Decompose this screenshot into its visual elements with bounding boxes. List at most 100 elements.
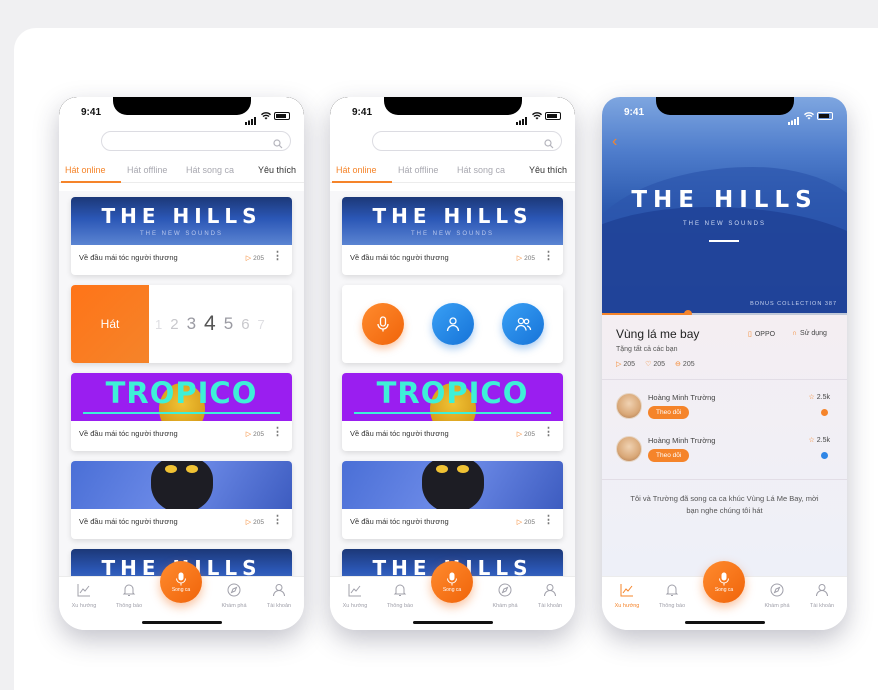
hero-title: THE HILLS [631,187,818,213]
nav-notifications[interactable]: Thông báo [380,583,420,609]
number-picker[interactable]: 1 2 3 4 5 6 7 [155,285,265,363]
bell-icon [665,584,679,596]
song-card[interactable]: Về đầu mái tóc người thương ▷ 205 ⋮ [71,461,292,539]
duet-fab[interactable]: Song ca [160,561,202,603]
song-banner: TROPICO [71,373,292,421]
hero-divider [709,240,739,242]
tab-bar: Hát online Hát offline Hát song ca Yêu t… [59,161,304,183]
follow-button[interactable]: Theo dõi [648,406,690,419]
song-subtitle: Tặng tất cả các bạn [616,346,678,353]
nav-trending[interactable]: Xu hướng [335,583,375,609]
tab-duet[interactable]: Hát song ca [186,165,234,175]
number-option[interactable]: 7 [258,317,265,332]
song-card[interactable]: THE HILLS THE NEW SOUNDS Về đầu mái tóc … [342,197,563,275]
number-option[interactable]: 3 [187,314,196,334]
status-icons [245,107,290,125]
tab-duet[interactable]: Hát song ca [457,165,505,175]
singer-row: Hoàng Minh Trường Theo dõi ☆ 2.5k [616,389,838,425]
more-icon[interactable]: ⋮ [543,251,554,262]
nav-trending[interactable]: Xu hướng [64,583,104,609]
tab-favorites[interactable]: Yêu thích [258,165,296,175]
lion-image [151,461,213,509]
play-count: ▷ 205 [246,430,264,438]
tab-online[interactable]: Hát online [336,165,377,175]
nav-notifications[interactable]: Thông báo [652,583,692,609]
nav-account[interactable]: Tài khoản [259,583,299,609]
sing-solo-button[interactable] [362,303,404,345]
number-option[interactable]: 1 [155,317,162,332]
tab-favorites[interactable]: Yêu thích [529,165,567,175]
nav-explore[interactable]: Khám phá [214,583,254,609]
song-card[interactable]: TROPICO Về đầu mái tóc người thương ▷ 205… [342,373,563,451]
play-icon: ▷ [616,361,622,368]
nav-explore[interactable]: Khám phá [757,583,797,609]
search-input[interactable] [372,131,562,151]
comments-stat[interactable]: ⊖ 205 [675,360,695,368]
nav-account[interactable]: Tài khoản [802,583,842,609]
more-icon[interactable]: ⋮ [543,515,554,526]
compass-icon [498,583,512,597]
song-title: Về đầu mái tóc người thương [79,517,178,526]
play-icon: ▷ [516,255,523,262]
use-button[interactable]: ∩ Sử dụng [792,330,827,337]
song-list[interactable]: THE HILLS THE NEW SOUNDS Về đầu mái tóc … [59,191,304,576]
plays-value: 205 [623,361,636,368]
nav-explore[interactable]: Khám phá [485,583,525,609]
tab-offline[interactable]: Hát offline [398,165,438,175]
tab-offline[interactable]: Hát offline [127,165,167,175]
song-banner: THE HILLS THE NEW SOUNDS [71,197,292,245]
banner-title: THE HILLS [101,204,262,228]
singer-score: ☆ 2.5k [808,393,830,401]
banner-underline [354,412,551,414]
single-user-button[interactable] [432,303,474,345]
wifi-icon [804,107,814,125]
sing-label[interactable]: Hát [71,285,149,363]
avatar[interactable] [616,436,642,462]
nav-account[interactable]: Tài khoản [530,583,570,609]
score-value: 2.5k [816,394,830,401]
plays-stat: ▷ 205 [616,360,635,368]
play-count-value: 205 [253,255,264,262]
action-card [342,285,563,363]
group-users-button[interactable] [502,303,544,345]
more-icon[interactable]: ⋮ [272,251,283,262]
number-option[interactable]: 6 [241,316,249,333]
status-icons [788,107,833,125]
more-icon[interactable]: ⋮ [272,515,283,526]
bottom-nav: Xu hướng Thông báo Song ca Khám phá Tài … [59,561,304,630]
play-count-value: 205 [524,431,535,438]
number-option[interactable]: 5 [224,314,233,334]
status-dot [821,452,828,459]
number-option-selected[interactable]: 4 [204,312,216,336]
microphone-icon [377,316,389,332]
song-list[interactable]: THE HILLS THE NEW SOUNDS Về đầu mái tóc … [330,191,575,576]
score-value: 2.5k [816,437,830,444]
search-input[interactable] [101,131,291,151]
follow-button[interactable]: Theo dõi [648,449,690,462]
nav-trending[interactable]: Xu hướng [607,583,647,609]
nav-notifications[interactable]: Thông báo [109,583,149,609]
wifi-icon [532,107,542,125]
song-card[interactable]: Về đầu mái tóc người thương ▷ 205 ⋮ [342,461,563,539]
duet-fab[interactable]: Song ca [431,561,473,603]
comments-value: 205 [682,361,695,368]
back-icon[interactable]: ‹ [612,133,617,151]
more-icon[interactable]: ⋮ [543,427,554,438]
more-icon[interactable]: ⋮ [272,427,283,438]
signal-icon [245,112,258,125]
search-icon [544,136,554,149]
likes-stat[interactable]: ♡ 205 [645,360,665,368]
number-picker-card[interactable]: Hát 1 2 3 4 5 6 7 [71,285,292,363]
song-card[interactable]: THE HILLS THE NEW SOUNDS Về đầu mái tóc … [71,197,292,275]
home-indicator [685,621,765,624]
star-icon: ☆ [808,437,815,444]
number-option[interactable]: 2 [170,316,178,333]
tab-online[interactable]: Hát online [65,165,106,175]
nav-label: Thông báo [386,603,414,609]
avatar[interactable] [616,393,642,419]
song-title: Về đầu mái tóc người thương [350,517,449,526]
duet-fab[interactable]: Song ca [703,561,745,603]
fab-label: Song ca [714,586,734,593]
song-card[interactable]: TROPICO Về đầu mái tóc người thương ▷ 205… [71,373,292,451]
status-icons [516,107,561,125]
